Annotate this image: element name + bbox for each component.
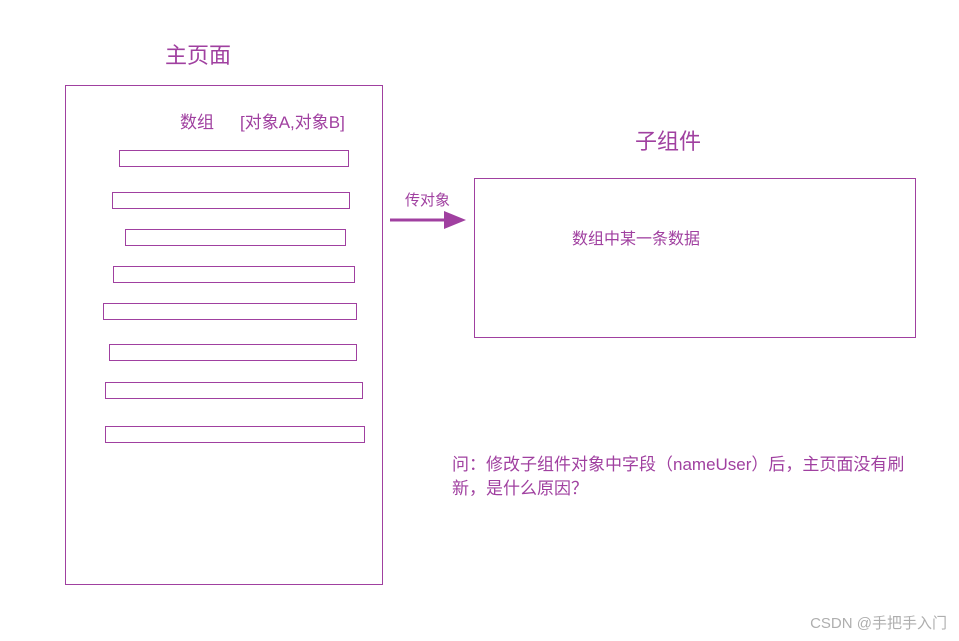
question-text: 问：修改子组件对象中字段（nameUser）后，主页面没有刷新，是什么原因？ (452, 453, 932, 501)
main-page-title: 主页面 (165, 38, 231, 70)
child-component-title: 子组件 (635, 124, 701, 156)
list-item (119, 150, 349, 167)
arrow-icon (388, 208, 468, 232)
list-item (112, 192, 350, 209)
list-item (113, 266, 355, 283)
array-content: [对象A,对象B] (240, 108, 345, 133)
list-item (125, 229, 346, 246)
list-item (109, 344, 357, 361)
list-item (103, 303, 357, 320)
child-component-content: 数组中某一条数据 (572, 225, 700, 249)
child-component-box (474, 178, 916, 338)
list-item (105, 382, 363, 399)
arrow-label: 传对象 (405, 189, 450, 210)
list-item (105, 426, 365, 443)
array-label: 数组 (180, 108, 214, 133)
watermark: CSDN @手把手入门 (810, 612, 947, 633)
